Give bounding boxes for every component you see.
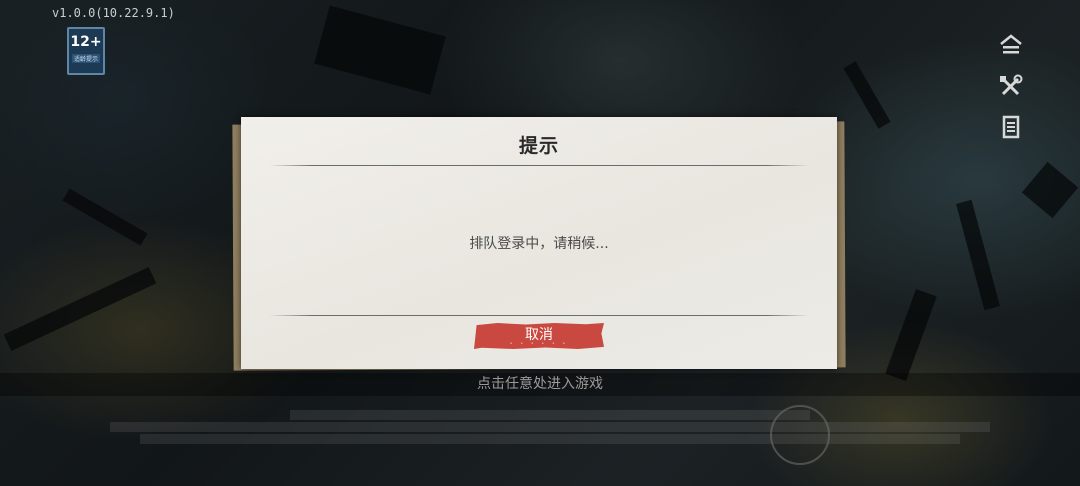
- legal-notice-blurred: [110, 408, 990, 446]
- tap-to-enter-prompt[interactable]: 点击任意处进入游戏: [0, 373, 1080, 396]
- version-label: v1.0.0(10.22.9.1): [52, 6, 175, 20]
- age-rating-badge[interactable]: 12+ 适龄提示: [67, 27, 105, 75]
- dialog-title: 提示: [518, 135, 559, 157]
- age-rating-number: 12+: [70, 34, 102, 50]
- cancel-button[interactable]: 取消 • • • • • •: [474, 323, 604, 349]
- document-icon[interactable]: [998, 114, 1024, 140]
- repair-tool-icon[interactable]: [998, 73, 1024, 99]
- queue-dialog: 提示 排队登录中，请稍候... 取消 • • • • • •: [241, 117, 837, 369]
- cancel-button-decoration: • • • • • •: [509, 341, 569, 347]
- notice-icon[interactable]: [998, 32, 1024, 58]
- emblem-circle: [770, 405, 830, 465]
- dialog-divider-bottom: [269, 315, 809, 316]
- age-rating-label: 适龄提示: [71, 54, 100, 63]
- dialog-message: 排队登录中，请稍候...: [469, 236, 609, 252]
- right-menu: [998, 32, 1026, 155]
- dialog-divider-top: [269, 165, 809, 166]
